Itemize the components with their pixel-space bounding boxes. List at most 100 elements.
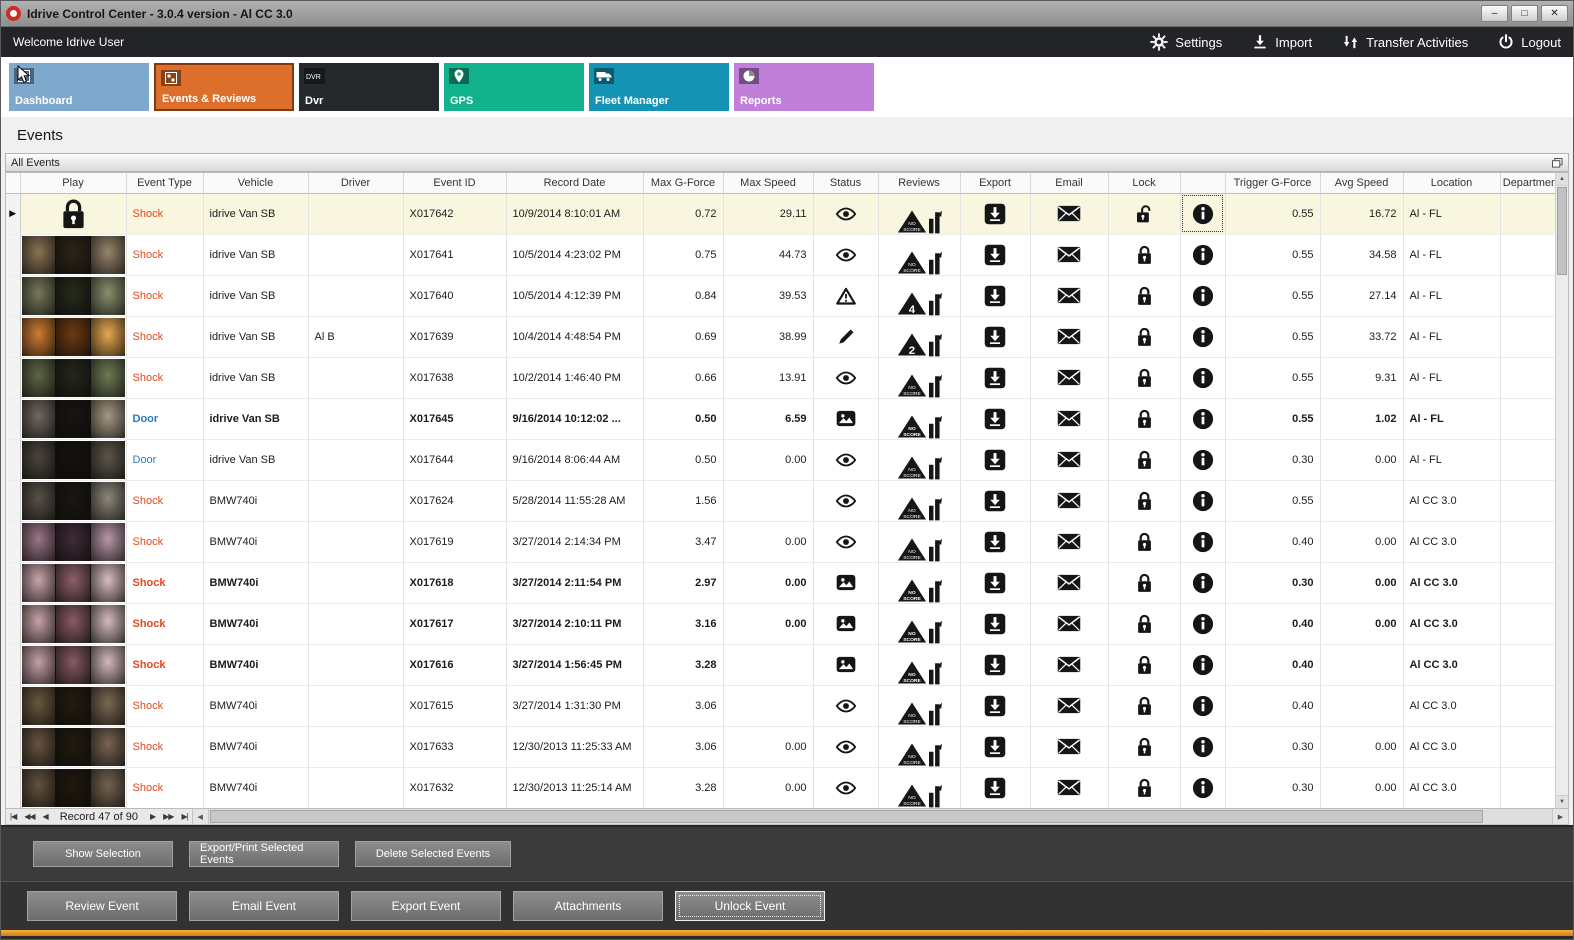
chart-bars-icon[interactable] <box>928 456 942 480</box>
info-cell[interactable] <box>1180 644 1226 686</box>
export-cell[interactable] <box>960 685 1031 727</box>
export-cell[interactable] <box>960 439 1031 481</box>
email-icon[interactable] <box>1057 615 1081 632</box>
reviews-cell[interactable]: NO SCORE <box>878 234 961 276</box>
status-cell[interactable] <box>813 275 879 317</box>
event-video-thumbnail[interactable] <box>21 440 125 479</box>
unlock-icon[interactable] <box>1135 203 1154 225</box>
info-icon[interactable] <box>1192 654 1214 676</box>
chart-bars-icon[interactable] <box>928 415 942 439</box>
column-header-location[interactable]: Location <box>1403 173 1501 194</box>
chart-bars-icon[interactable] <box>928 579 942 603</box>
play-cell[interactable] <box>20 767 127 808</box>
lock-cell[interactable] <box>1108 275 1181 317</box>
export-icon[interactable] <box>984 244 1006 266</box>
pencil-icon[interactable] <box>837 328 855 346</box>
event-video-thumbnail[interactable] <box>21 399 125 438</box>
play-cell[interactable] <box>20 275 127 317</box>
info-cell[interactable] <box>1180 603 1226 645</box>
chart-bars-icon[interactable] <box>928 210 942 234</box>
next-page-button[interactable]: ▶▶ <box>159 812 177 821</box>
email-icon[interactable] <box>1057 533 1081 550</box>
export-cell[interactable] <box>960 234 1031 276</box>
status-cell[interactable] <box>813 562 879 604</box>
status-cell[interactable] <box>813 234 879 276</box>
column-header-play[interactable]: Play <box>20 173 127 194</box>
horizontal-scrollbar-thumb[interactable] <box>209 810 1483 823</box>
photo-icon[interactable] <box>836 656 856 673</box>
maximize-button[interactable]: □ <box>1511 5 1538 22</box>
tab-dashboard[interactable]: Dashboard <box>9 63 149 111</box>
event-row[interactable]: Shock idrive Van SB X017641 10/5/2014 4:23:… <box>6 234 1564 276</box>
email-cell[interactable] <box>1030 275 1109 317</box>
email-cell[interactable] <box>1030 685 1109 727</box>
play-cell[interactable] <box>20 398 127 440</box>
export-icon[interactable] <box>984 572 1006 594</box>
last-record-button[interactable]: ▶| <box>177 812 191 821</box>
email-icon[interactable] <box>1057 246 1081 263</box>
lock-cell[interactable] <box>1108 439 1181 481</box>
event-row[interactable]: Shock BMW740i X017624 5/28/2014 11:55:28 AM… <box>6 480 1564 522</box>
review-score-badge[interactable]: NO SCORE <box>897 414 927 439</box>
lock-icon[interactable] <box>1136 490 1153 512</box>
column-header-blank[interactable] <box>6 173 21 194</box>
event-video-thumbnail[interactable] <box>21 235 125 274</box>
close-button[interactable]: ✕ <box>1541 5 1568 22</box>
reviews-cell[interactable]: 2 <box>878 316 961 358</box>
export-icon[interactable] <box>984 613 1006 635</box>
reviews-cell[interactable]: NO SCORE <box>878 193 961 235</box>
review-event-button[interactable]: Review Event <box>27 891 177 921</box>
delete-selected-events-button[interactable]: Delete Selected Events <box>355 841 511 867</box>
export-event-button[interactable]: Export Event <box>351 891 501 921</box>
email-cell[interactable] <box>1030 316 1109 358</box>
review-score-badge[interactable]: NO SCORE <box>897 250 927 275</box>
reviews-cell[interactable]: NO SCORE <box>878 439 961 481</box>
play-cell[interactable] <box>20 644 127 686</box>
eye-icon[interactable] <box>835 494 857 508</box>
export-icon[interactable] <box>984 490 1006 512</box>
event-video-thumbnail[interactable] <box>21 481 125 520</box>
email-cell[interactable] <box>1030 439 1109 481</box>
lock-cell[interactable] <box>1108 767 1181 808</box>
column-header-blank[interactable] <box>1180 173 1226 194</box>
column-header-driver[interactable]: Driver <box>308 173 404 194</box>
info-cell[interactable] <box>1180 316 1226 358</box>
info-icon[interactable] <box>1192 613 1214 635</box>
lock-icon[interactable] <box>1136 449 1153 471</box>
lock-cell[interactable] <box>1108 234 1181 276</box>
info-cell[interactable] <box>1180 562 1226 604</box>
email-cell[interactable] <box>1030 644 1109 686</box>
review-score-badge[interactable]: NO SCORE <box>897 578 927 603</box>
lock-cell[interactable] <box>1108 685 1181 727</box>
email-cell[interactable] <box>1030 767 1109 808</box>
info-cell[interactable] <box>1180 234 1226 276</box>
topbar-import-button[interactable]: Import <box>1252 34 1312 50</box>
chart-bars-icon[interactable] <box>928 743 942 767</box>
play-cell[interactable] <box>20 480 127 522</box>
export-cell[interactable] <box>960 193 1031 235</box>
tab-dvr[interactable]: DVR Dvr <box>299 63 439 111</box>
info-icon[interactable] <box>1192 408 1214 430</box>
review-score-badge[interactable]: NO SCORE <box>897 455 927 480</box>
reviews-cell[interactable]: NO SCORE <box>878 521 961 563</box>
tab-gps[interactable]: GPS <box>444 63 584 111</box>
email-cell[interactable] <box>1030 398 1109 440</box>
export-icon[interactable] <box>984 695 1006 717</box>
info-cell[interactable] <box>1180 275 1226 317</box>
event-video-thumbnail[interactable] <box>21 645 125 684</box>
play-cell[interactable] <box>20 521 127 563</box>
chart-bars-icon[interactable] <box>928 497 942 521</box>
export-cell[interactable] <box>960 562 1031 604</box>
lock-icon[interactable] <box>1136 777 1153 799</box>
lock-icon[interactable] <box>1136 408 1153 430</box>
vertical-scrollbar-thumb[interactable] <box>1557 187 1567 275</box>
reviews-cell[interactable]: 4 <box>878 275 961 317</box>
minimize-button[interactable]: – <box>1481 5 1508 22</box>
play-cell[interactable] <box>20 234 127 276</box>
eye-icon[interactable] <box>835 740 857 754</box>
email-icon[interactable] <box>1057 205 1081 222</box>
lock-cell[interactable] <box>1108 193 1181 235</box>
event-video-thumbnail[interactable] <box>21 522 125 561</box>
info-icon[interactable] <box>1192 531 1214 553</box>
export-icon[interactable] <box>984 654 1006 676</box>
